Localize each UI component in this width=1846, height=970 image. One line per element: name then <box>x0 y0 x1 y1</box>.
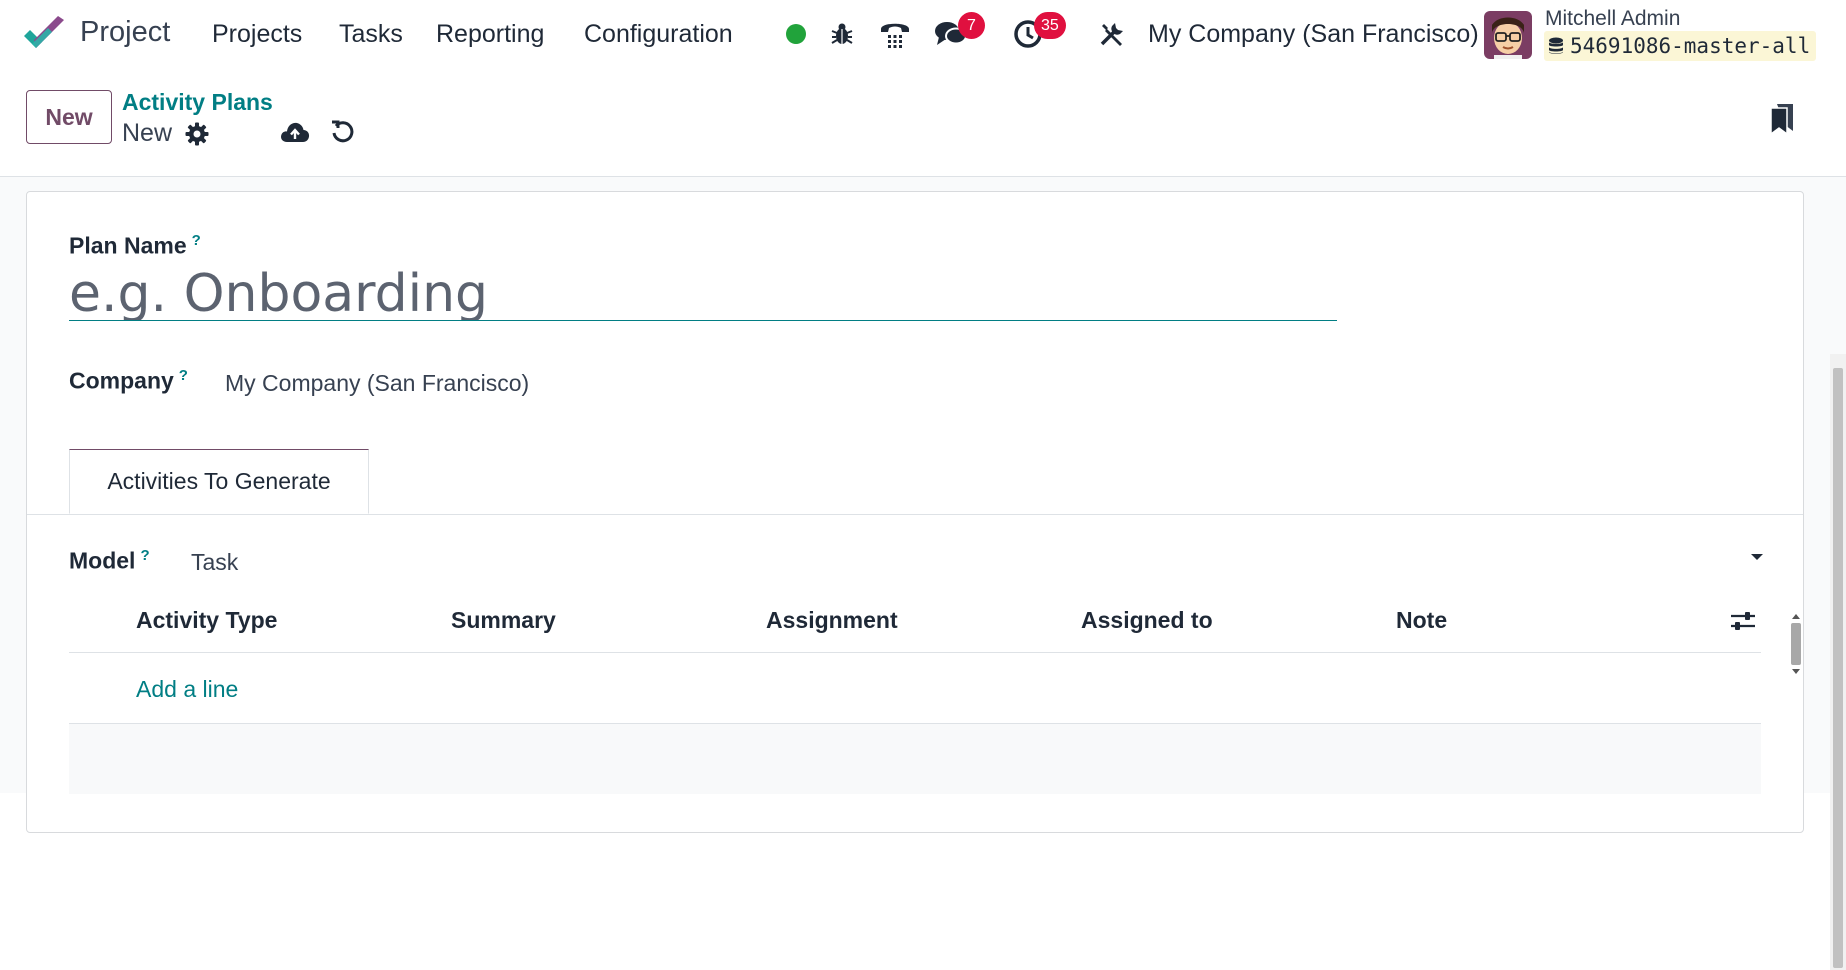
presence-status-icon[interactable] <box>779 17 813 51</box>
column-assigned-to[interactable]: Assigned to <box>1081 607 1213 634</box>
menu-tasks[interactable]: Tasks <box>339 20 403 49</box>
menu-reporting[interactable]: Reporting <box>436 20 544 49</box>
company-switcher[interactable]: My Company (San Francisco) <box>1148 20 1479 49</box>
column-note[interactable]: Note <box>1396 607 1447 634</box>
model-help-icon[interactable]: ? <box>140 547 149 564</box>
company-help-icon[interactable]: ? <box>179 367 188 384</box>
breadcrumb-activity-plans[interactable]: Activity Plans <box>122 89 273 116</box>
plan-name-help-icon[interactable]: ? <box>192 232 201 249</box>
plan-name-input[interactable] <box>69 268 1337 321</box>
table-row <box>69 724 1761 794</box>
database-name: 54691086-master-all <box>1570 34 1811 58</box>
activities-table-header: Activity Type Summary Assignment Assigne… <box>69 587 1761 653</box>
top-navbar: Project Projects Tasks Reporting Configu… <box>0 0 1846 68</box>
breadcrumb-current: New <box>122 119 173 147</box>
tab-scrollbar[interactable] <box>1789 613 1803 675</box>
user-avatar[interactable] <box>1484 11 1532 59</box>
company-label: Company? <box>69 367 188 394</box>
gear-icon[interactable] <box>182 119 212 149</box>
phone-icon[interactable] <box>878 17 912 51</box>
discard-undo-icon[interactable] <box>328 117 358 147</box>
database-icon <box>1549 37 1563 54</box>
optional-columns-sliders-icon[interactable] <box>1729 609 1757 633</box>
debug-bug-icon[interactable] <box>825 17 859 51</box>
form-sheet: Plan Name? Company? My Company (San Fran… <box>26 191 1804 833</box>
settings-tools-icon[interactable] <box>1095 17 1129 51</box>
user-name[interactable]: Mitchell Admin <box>1545 7 1680 31</box>
column-assignment[interactable]: Assignment <box>766 607 898 634</box>
messages-count-badge: 7 <box>958 12 985 39</box>
cloud-upload-save-icon[interactable] <box>280 117 310 147</box>
tabs-divider <box>27 514 1803 515</box>
add-a-line-link[interactable]: Add a line <box>136 676 238 703</box>
activities-count-badge: 35 <box>1034 12 1066 39</box>
company-value: My Company (San Francisco) <box>225 370 530 396</box>
model-label: Model? <box>69 547 150 574</box>
tab-activities-to-generate[interactable]: Activities To Generate <box>69 449 369 514</box>
bookmark-icon[interactable] <box>1767 104 1797 135</box>
chevron-down-icon[interactable] <box>1747 547 1767 567</box>
column-summary[interactable]: Summary <box>451 607 556 634</box>
control-panel: New Activity Plans New <box>0 68 1846 177</box>
project-app-icon[interactable] <box>22 14 66 54</box>
form-view: Plan Name? Company? My Company (San Fran… <box>0 177 1846 970</box>
app-name[interactable]: Project <box>80 16 170 49</box>
menu-projects[interactable]: Projects <box>212 20 302 49</box>
column-activity-type[interactable]: Activity Type <box>136 607 277 634</box>
menu-configuration[interactable]: Configuration <box>584 20 733 49</box>
page-scrollbar-thumb[interactable] <box>1833 368 1843 968</box>
page-scrollbar[interactable] <box>1830 354 1846 970</box>
database-badge: 54691086-master-all <box>1544 31 1817 61</box>
new-record-button[interactable]: New <box>26 90 112 144</box>
plan-name-label: Plan Name? <box>69 232 201 259</box>
model-select[interactable]: Task <box>191 549 238 576</box>
